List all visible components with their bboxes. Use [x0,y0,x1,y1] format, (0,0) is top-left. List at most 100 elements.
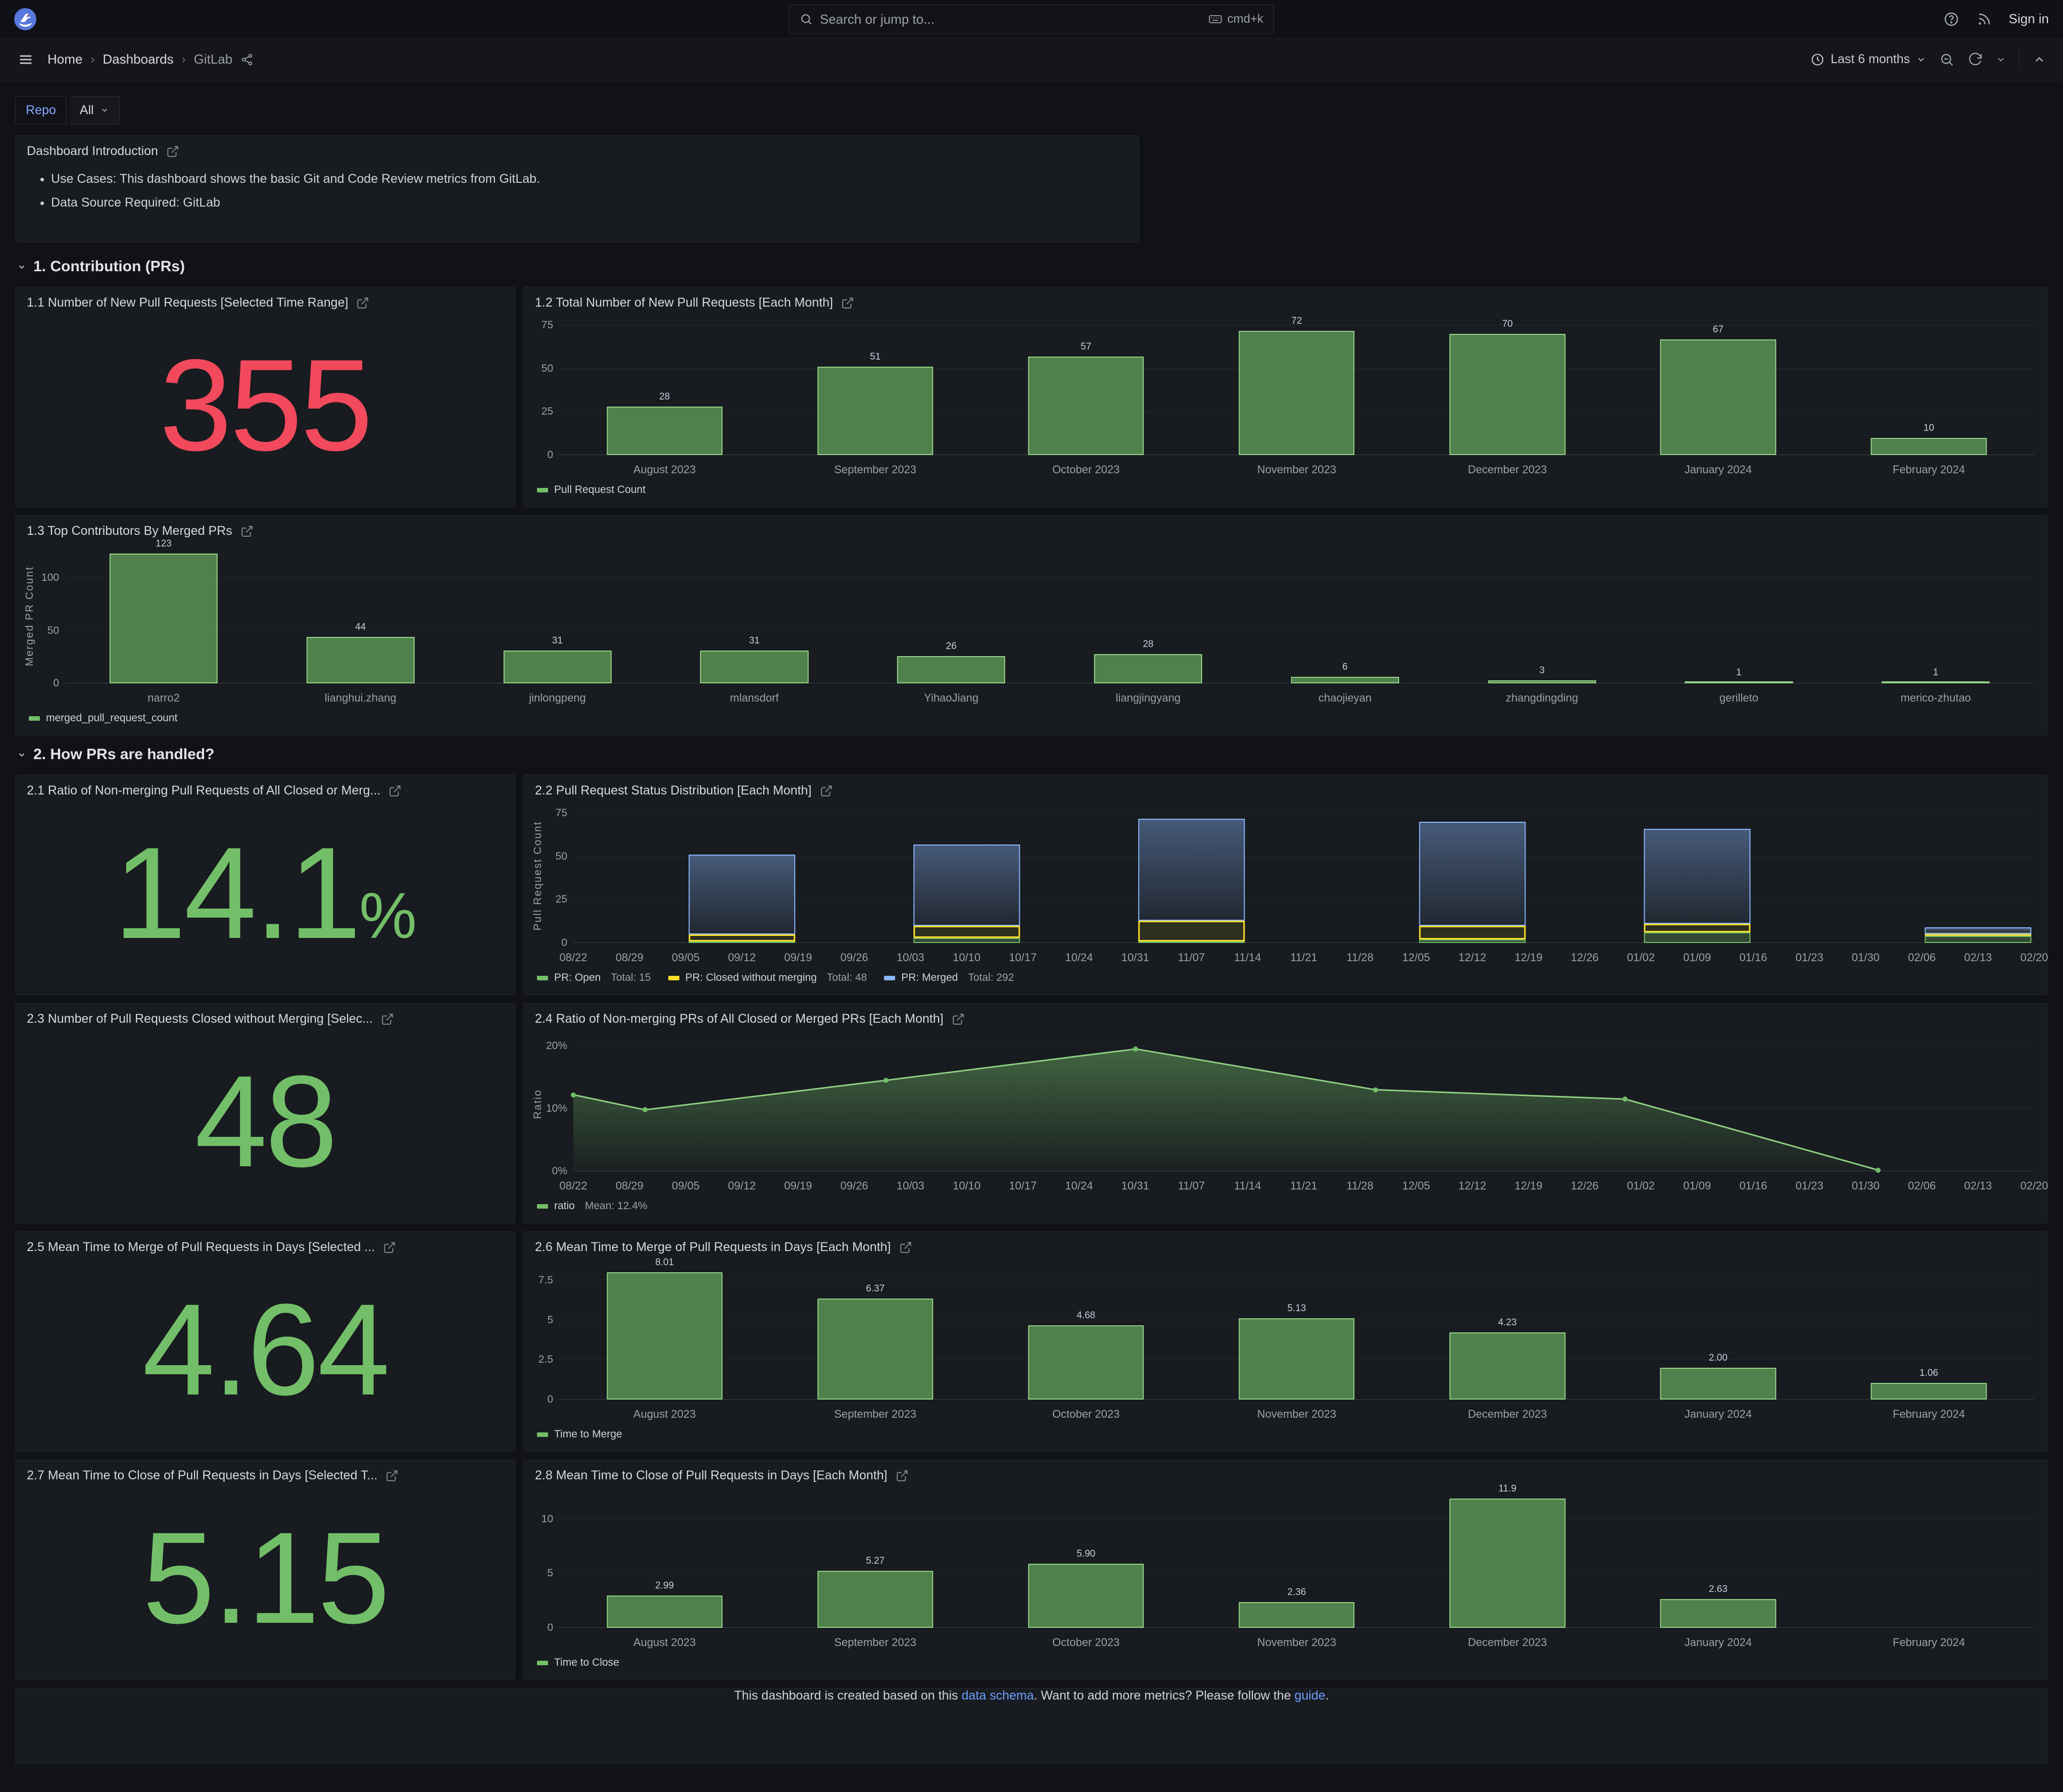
chart-plot[interactable] [571,1036,2034,1173]
breadcrumb-home[interactable]: Home [47,52,82,67]
sign-in-button[interactable]: Sign in [2009,11,2049,27]
bar-chart-time-to-close[interactable]: 0 5 10 2.99 5.27 5.90 2.36 11.9 2.63 August 2023 S… [524,1483,2047,1679]
guide-link[interactable]: guide [1295,1688,1325,1703]
external-link-icon[interactable] [388,784,402,798]
external-link-icon[interactable] [841,296,854,310]
segment-pr-merged[interactable] [1419,822,1526,926]
segment-pr-merged[interactable] [1138,818,1245,921]
bar[interactable] [503,651,612,683]
bar[interactable] [817,367,934,455]
bar[interactable] [1239,330,1355,455]
section-row-how-prs-handled[interactable]: 2. How PRs are handled? [16,743,2048,766]
line-chart-nonmerge-ratio[interactable]: Ratio 0% 10% 20% 08/22 08/29 09/05 09/12 09/19 09… [524,1029,2048,1223]
data-point[interactable] [571,1092,576,1098]
external-link-icon[interactable] [896,1469,909,1482]
external-link-icon[interactable] [356,296,369,310]
bar[interactable] [1660,1599,1776,1628]
legend-item[interactable]: PR: Merged Total: 292 [884,972,1014,984]
legend-item[interactable]: PR: Closed without merging Total: 48 [668,972,867,984]
collapse-toolbar-icon[interactable] [2033,53,2046,66]
stacked-bar-chart-pr-status[interactable]: Pull Request Count 0 25 50 75 08/22 08/29 09/05… [524,801,2048,994]
segment-pr-merged[interactable] [1925,927,2032,934]
data-point[interactable] [1372,1087,1378,1092]
bar[interactable] [1028,1563,1144,1628]
chart-plot[interactable]: 8.01 6.37 4.68 5.13 4.23 2.00 1.06 [559,1257,2034,1400]
bar[interactable] [1660,339,1776,455]
time-range-picker[interactable]: Last 6 months [1810,52,1926,67]
section-row-contribution[interactable]: 1. Contribution (PRs) [16,256,2048,278]
segment-pr-open[interactable] [1643,932,1751,943]
news-rss-icon[interactable] [1977,12,1992,27]
data-point[interactable] [1623,1097,1628,1102]
segment-pr-merged[interactable] [913,844,1020,926]
bar[interactable] [306,637,415,683]
bar[interactable] [1449,1332,1565,1400]
bar[interactable] [700,651,809,683]
data-schema-link[interactable]: data schema [962,1688,1034,1703]
bar-chart-top-contributors[interactable]: Merged PR Count 0 50 100 123 44 31 31 26 28 6 3 1 1 na… [16,538,2047,735]
bar[interactable] [1094,654,1203,683]
data-point[interactable] [883,1077,889,1083]
search-input[interactable] [820,11,1201,27]
segment-pr-closed-without-merging[interactable] [1643,924,1751,933]
external-link-icon[interactable] [952,1013,965,1026]
bar[interactable] [606,1272,723,1400]
segment-pr-closed-without-merging[interactable] [689,934,796,941]
bar[interactable] [1449,1498,1565,1628]
legend-item[interactable]: PR: Open Total: 15 [537,972,651,984]
data-point[interactable] [642,1107,648,1113]
chart-plot[interactable] [573,808,2034,943]
segment-pr-merged[interactable] [689,855,796,934]
help-icon[interactable] [1943,11,1959,27]
refresh-interval-dropdown-icon[interactable] [1996,55,2006,65]
legend-item[interactable]: Time to Close [537,1657,619,1669]
legend-item[interactable]: Pull Request Count [537,484,646,496]
external-link-icon[interactable] [240,525,254,538]
external-link-icon[interactable] [383,1241,396,1254]
segment-pr-open[interactable] [1419,939,1526,943]
segment-pr-open[interactable] [1925,936,2032,943]
variable-value-dropdown[interactable]: All [69,96,120,124]
bar-chart-new-prs-per-month[interactable]: 0 25 50 75 28 51 57 72 70 67 10 August 2023 Septembe… [524,313,2047,507]
menu-hamburger-icon[interactable] [17,51,34,68]
segment-pr-closed-without-merging[interactable] [913,925,1020,938]
segment-pr-closed-without-merging[interactable] [1138,920,1245,941]
chart-plot[interactable]: 123 44 31 31 26 28 6 3 1 1 [65,538,2034,683]
bar[interactable] [1028,1325,1144,1400]
bar[interactable] [1871,1382,1987,1400]
global-search[interactable]: cmd+k [789,5,1274,34]
external-link-icon[interactable] [820,784,833,798]
chart-plot[interactable]: 2.99 5.27 5.90 2.36 11.9 2.63 [559,1483,2034,1628]
segment-pr-open[interactable] [913,937,1020,943]
bar[interactable] [1449,334,1565,455]
legend-item[interactable]: Time to Merge [537,1428,622,1440]
bar[interactable] [897,656,1006,683]
bar[interactable] [1028,356,1144,455]
bar[interactable] [606,1595,723,1628]
external-link-icon[interactable] [385,1469,399,1482]
chart-plot[interactable]: 28 51 57 72 70 67 10 [559,316,2034,455]
bar[interactable] [1239,1318,1355,1400]
external-link-icon[interactable] [899,1241,912,1254]
bar[interactable] [1871,437,1987,455]
external-link-icon[interactable] [166,145,179,158]
segment-pr-merged[interactable] [1643,829,1751,924]
variable-label-repo[interactable]: Repo [15,96,67,124]
bar-chart-time-to-merge[interactable]: 0 2.5 5 7.5 8.01 6.37 4.68 5.13 4.23 2.00 1.06 Augu… [524,1257,2047,1451]
bar[interactable] [817,1570,934,1628]
data-point[interactable] [1133,1046,1139,1052]
bar[interactable] [1291,677,1399,683]
legend-item[interactable]: ratio Mean: 12.4% [537,1200,648,1212]
segment-pr-closed-without-merging[interactable] [1419,925,1526,940]
external-link-icon[interactable] [381,1013,394,1026]
zoom-out-icon[interactable] [1939,52,1954,67]
bar[interactable] [1660,1368,1776,1400]
bar[interactable] [1239,1602,1355,1628]
share-icon[interactable] [240,53,254,66]
grafana-logo-icon[interactable] [14,8,36,30]
bar[interactable] [817,1298,934,1400]
legend-item[interactable]: merged_pull_request_count [29,712,177,724]
breadcrumb-dashboards[interactable]: Dashboards [103,52,173,67]
refresh-icon[interactable] [1968,52,1983,67]
bar[interactable] [606,407,723,455]
